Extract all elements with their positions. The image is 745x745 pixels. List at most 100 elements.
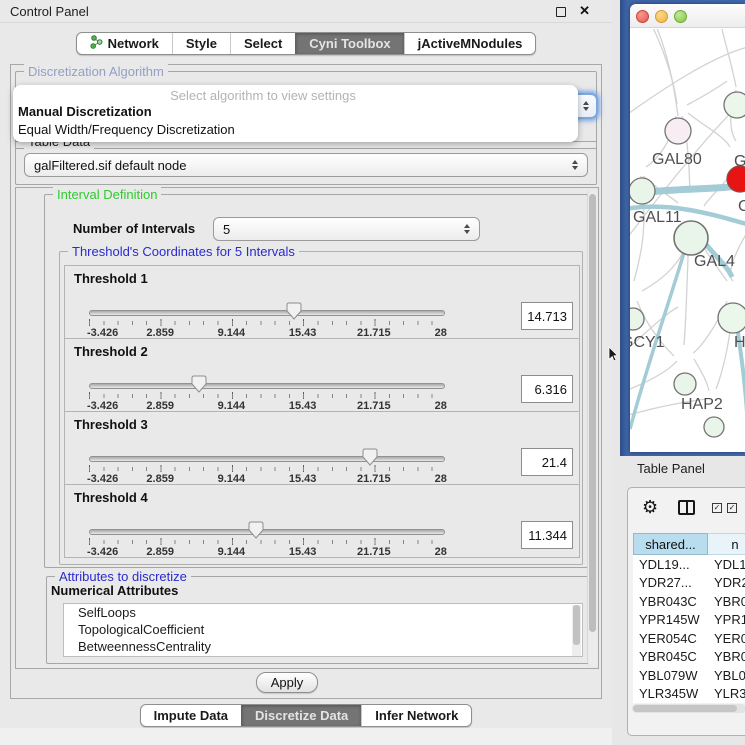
gear-icon[interactable]: ⚙ [642, 497, 658, 518]
threshold-2-slider[interactable]: -3.426 2.859 9.144 15.43 21.715 28 [89, 379, 445, 411]
node-label: GA [734, 153, 745, 170]
slider-thumb[interactable] [191, 375, 207, 393]
table-data-combobox[interactable]: galFiltered.sif default node [24, 153, 588, 177]
threshold-4-value-field[interactable]: 11.344 [521, 521, 573, 549]
node-label: H [734, 334, 745, 351]
node-label: HAP2 [681, 396, 723, 413]
close-traffic-light[interactable] [636, 10, 649, 23]
close-icon[interactable]: ✕ [579, 3, 590, 19]
slider-track[interactable] [89, 310, 445, 316]
slider-track[interactable] [89, 383, 445, 389]
columns-icon[interactable] [678, 500, 695, 515]
table-panel-title: Table Panel [637, 461, 705, 476]
threshold-3-value-field[interactable]: 21.4 [521, 448, 573, 476]
table-row[interactable]: YER054CYER0 [633, 629, 745, 648]
network-window-titlebar [630, 4, 745, 28]
network-icon [90, 35, 103, 52]
list-item[interactable]: BetweennessCentrality [64, 638, 582, 655]
network-canvas[interactable]: GAL80 GA C GAL11 GAL4 GCY1 H HAP2 [630, 29, 745, 452]
number-of-intervals-combobox[interactable]: 5 [213, 217, 480, 241]
slider-track[interactable] [89, 456, 445, 462]
network-window: GAL80 GA C GAL11 GAL4 GCY1 H HAP2 [630, 4, 745, 452]
tab-select[interactable]: Select [230, 33, 295, 54]
table-data-group: Table Data galFiltered.sif default node [15, 141, 597, 185]
minimize-traffic-light[interactable] [655, 10, 668, 23]
threshold-3-slider[interactable]: -3.426 2.859 9.144 15.43 21.715 28 [89, 452, 445, 484]
threshold-2-label: Threshold 2 [74, 344, 148, 359]
algorithm-dropdown-popup: Select algorithm to view settings Manual… [13, 85, 578, 142]
vertical-scrollbar[interactable] [587, 190, 597, 666]
node-ga[interactable] [724, 92, 745, 118]
table-panel: ⚙ ✓ ✓ shared... n YDL19...YDL1 YDR27...Y… [627, 487, 745, 736]
table-row[interactable]: YBL079WYBL0 [633, 666, 745, 685]
scrollbar-thumb[interactable] [633, 705, 737, 712]
control-panel-titlebar: Control Panel ✕ [0, 0, 612, 23]
tab-network[interactable]: Network [77, 33, 172, 54]
top-tab-bar: Network Style Select Cyni Toolbox jActiv… [0, 32, 612, 55]
node-label: GAL11 [633, 209, 682, 226]
node-gal4[interactable] [674, 221, 708, 255]
numerical-attributes-label: Numerical Attributes [51, 583, 178, 598]
slider-thumb[interactable] [286, 302, 302, 320]
table-row[interactable]: YDL19...YDL1 [633, 555, 745, 574]
table-row[interactable]: YDR27...YDR2 [633, 574, 745, 593]
slider-track[interactable] [89, 529, 445, 535]
bottom-strip [0, 728, 612, 745]
threshold-4-slider[interactable]: -3.426 2.859 9.144 15.43 21.715 28 [89, 525, 445, 557]
table-row[interactable]: YBR043CYBR0 [633, 592, 745, 611]
tab-cyni-toolbox[interactable]: Cyni Toolbox [295, 33, 403, 54]
network-graph: GAL80 GA C GAL11 GAL4 GCY1 H HAP2 [630, 29, 745, 452]
interval-definition-title: Interval Definition [53, 187, 161, 202]
mouse-cursor [608, 346, 619, 362]
table-header-row: shared... n [633, 533, 745, 555]
column-header-name[interactable]: n [708, 533, 745, 555]
list-item[interactable]: SelfLoops [64, 604, 582, 621]
number-of-intervals-value: 5 [223, 222, 230, 237]
slider-thumb[interactable] [248, 521, 264, 539]
threshold-4-label: Threshold 4 [74, 490, 148, 505]
table-row[interactable]: YBR045CYBR0 [633, 648, 745, 667]
threshold-1-value-field[interactable]: 14.713 [521, 302, 573, 330]
threshold-3-label: Threshold 3 [74, 417, 148, 432]
threshold-1-slider[interactable]: -3.426 2.859 9.144 15.43 21.715 28 [89, 306, 445, 338]
node-gal80[interactable] [665, 118, 691, 144]
slider-thumb[interactable] [362, 448, 378, 466]
scrollbar-thumb[interactable] [589, 194, 596, 632]
table-row[interactable]: YPR145WYPR1 [633, 611, 745, 630]
list-item[interactable]: TopologicalCoefficient [64, 621, 582, 638]
node-hap2[interactable] [674, 373, 696, 395]
interval-definition-group: Interval Definition Number of Intervals … [44, 194, 588, 568]
column-header-shared-name[interactable]: shared... [633, 533, 708, 555]
table-row[interactable]: YLR345WYLR3 [633, 685, 745, 704]
horizontal-scrollbar[interactable] [632, 704, 745, 713]
checkbox-icon[interactable]: ✓ [727, 503, 737, 513]
thresholds-group: Threshold's Coordinates for 5 Intervals … [59, 251, 583, 565]
attributes-group: Attributes to discretize Numerical Attri… [46, 576, 590, 664]
checkbox-icon[interactable]: ✓ [712, 503, 722, 513]
number-of-intervals-label: Number of Intervals [73, 221, 195, 236]
threshold-2-value-field[interactable]: 6.316 [521, 375, 573, 403]
node-gal11[interactable] [630, 178, 655, 204]
node-label: GAL4 [694, 253, 735, 270]
threshold-1-label: Threshold 1 [74, 271, 148, 286]
node-partial[interactable] [704, 417, 724, 437]
attributes-list-scrollbar[interactable] [572, 605, 581, 657]
tab-impute-data[interactable]: Impute Data [141, 705, 241, 726]
zoom-traffic-light[interactable] [674, 10, 687, 23]
tab-jactivemnodules[interactable]: jActiveMNodules [404, 33, 536, 54]
control-panel-title: Control Panel [10, 4, 89, 19]
tab-discretize-data[interactable]: Discretize Data [241, 705, 361, 726]
tab-infer-network[interactable]: Infer Network [361, 705, 471, 726]
algorithm-option-manual[interactable]: Manual Discretization [18, 104, 152, 119]
tab-style[interactable]: Style [172, 33, 230, 54]
apply-button[interactable]: Apply [256, 672, 318, 693]
node-label: GCY1 [630, 334, 665, 351]
table-panel-titlebar: Table Panel [620, 456, 745, 482]
threshold-2-box: Threshold 2 -3.426 2.859 [64, 338, 580, 412]
threshold-3-box: Threshold 3 -3.426 2.859 [64, 411, 580, 485]
node-h[interactable] [718, 303, 745, 333]
cyni-panel: Discretization Algorithm Select algorith… [10, 64, 602, 699]
algorithm-option-equal-width[interactable]: Equal Width/Frequency Discretization [18, 122, 235, 137]
tab-network-label: Network [108, 36, 159, 51]
float-window-icon[interactable] [556, 7, 566, 17]
